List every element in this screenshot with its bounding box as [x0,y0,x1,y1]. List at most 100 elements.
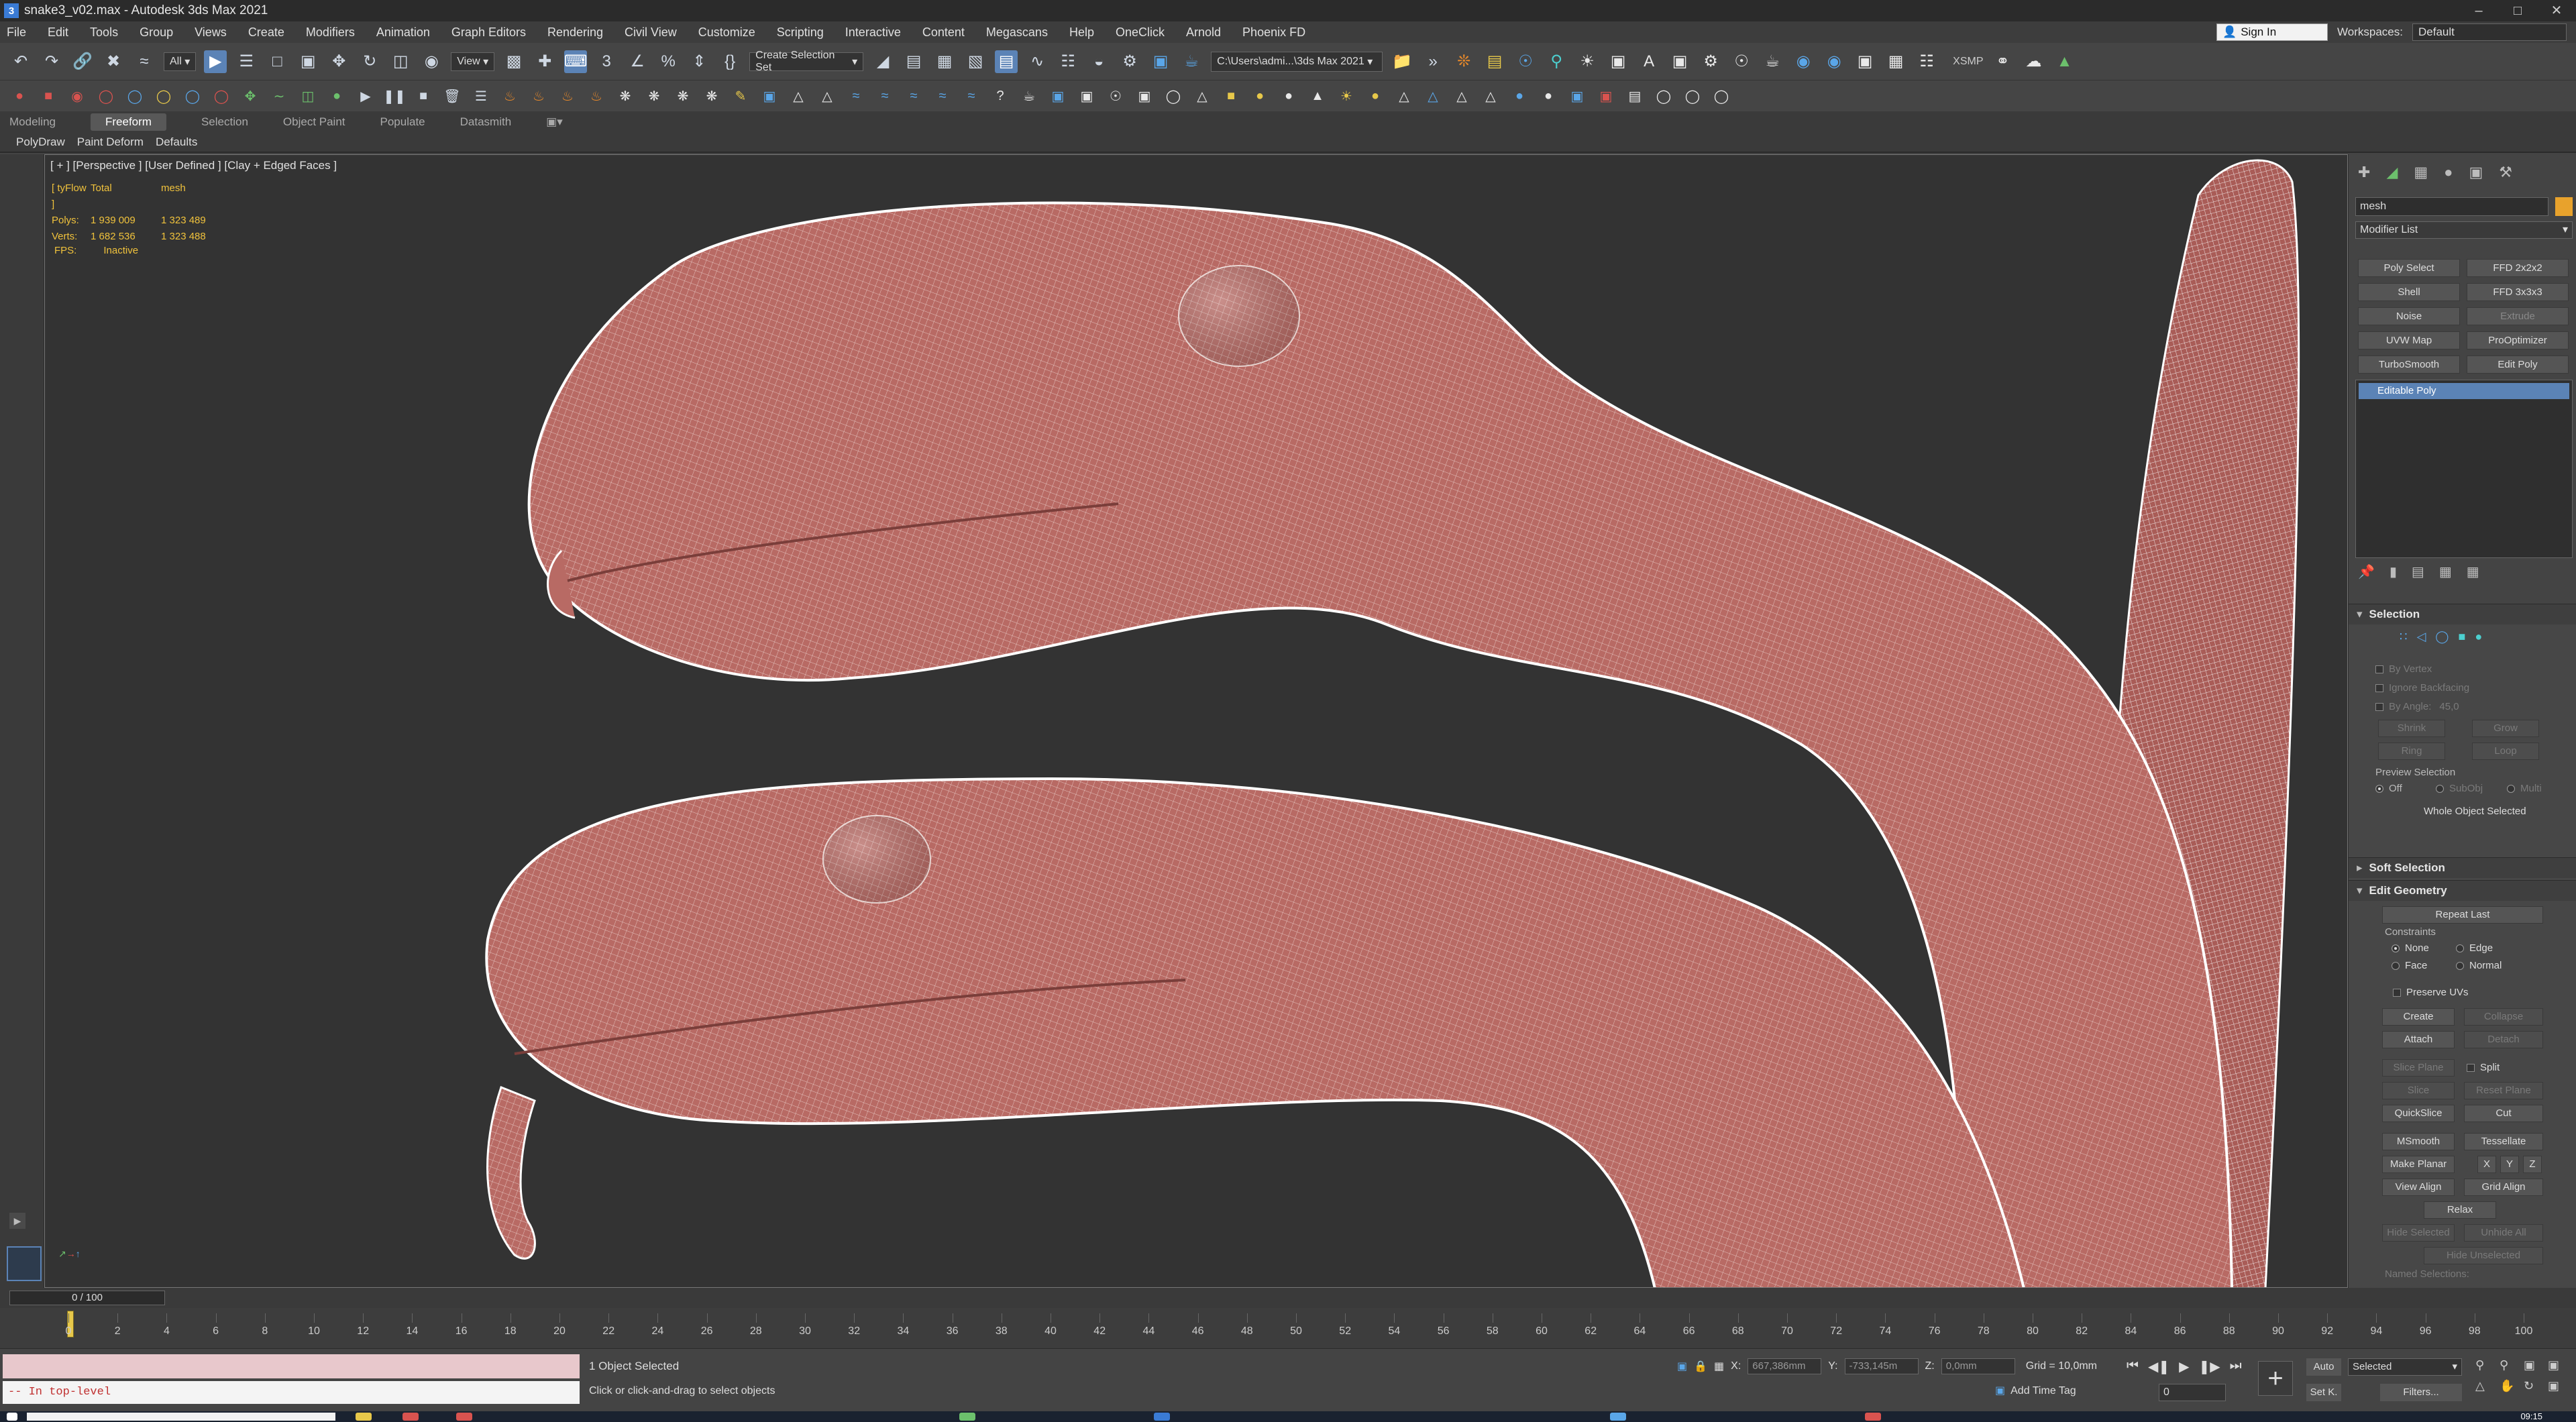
fire-source-icon[interactable]: ♨ [529,86,549,106]
set-key-icon[interactable]: + [2258,1361,2293,1396]
workspace-select[interactable]: Default [2412,23,2567,41]
lights-icon[interactable]: ☉ [1514,50,1537,73]
arnold-sphere-icon[interactable]: ● [1279,86,1299,106]
arnold-render-icon[interactable]: ▣ [1048,86,1068,106]
arnold-shader-icon[interactable]: ● [1509,86,1529,106]
time-slider[interactable]: 0 / 100 [9,1291,165,1305]
ocean-icon[interactable]: ≈ [846,86,866,106]
object-name-field[interactable]: mesh [2355,197,2548,216]
menu-animation[interactable]: Animation [376,25,430,40]
rectangular-selection-icon[interactable]: □ [266,50,288,73]
ring-button[interactable]: Ring [2378,743,2445,760]
mist-icon[interactable]: ❋ [702,86,722,106]
hide-selected-button[interactable]: Hide Selected [2382,1224,2455,1242]
schematic-view-icon[interactable]: ☷ [1057,50,1079,73]
menu-megascans[interactable]: Megascans [986,25,1048,40]
list-icon[interactable]: ☰ [471,86,491,106]
stack-item-editable-poly[interactable]: Editable Poly [2359,383,2569,399]
search-bar[interactable] [27,1413,335,1421]
project-folder-dropdown[interactable]: C:\Users\admi...\3ds Max 2021 ▾ [1211,51,1383,72]
cloud-icon[interactable]: ☁ [2022,50,2045,73]
subtab-defaults[interactable]: Defaults [156,135,197,149]
menu-civil-view[interactable]: Civil View [625,25,677,40]
ribbon-options-icon[interactable]: ▣▾ [546,115,563,129]
tessellate-button[interactable]: Tessellate [2464,1133,2543,1150]
arnold-ipr-icon[interactable]: ▣ [1077,86,1097,106]
bulb-icon[interactable]: ☉ [1730,50,1753,73]
arnold-help-icon[interactable]: ◯ [1654,86,1674,106]
snaps-toggle-icon[interactable]: 3 [595,50,618,73]
selection-rollout-header[interactable]: Selection [2349,604,2576,624]
border-level-icon[interactable]: ◯ [2435,630,2449,644]
zoom-icon[interactable]: ⚲ [2475,1358,2496,1372]
grid-icon[interactable]: ☷ [1915,50,1938,73]
select-by-name-icon[interactable]: ☰ [235,50,258,73]
arnold-procedural-icon[interactable]: △ [1452,86,1472,106]
zoom-all-icon[interactable]: ⚲ [2500,1358,2520,1372]
zoom-extents-all-icon[interactable]: ▣ [2548,1358,2568,1372]
render-setup-icon[interactable]: ⚙ [1118,50,1141,73]
slice-plane-button[interactable]: Slice Plane [2382,1059,2455,1077]
menu-tools[interactable]: Tools [90,25,118,40]
align-icon[interactable]: ▤ [902,50,925,73]
move-icon[interactable]: ✥ [327,50,350,73]
arnold-physical-sky-icon[interactable]: ● [1250,86,1270,106]
menu-oneclick[interactable]: OneClick [1116,25,1165,40]
maxscript-listener-input[interactable]: -- In top-level [3,1381,580,1404]
liquid-icon[interactable]: ♨ [586,86,606,106]
arnold-about-icon[interactable]: ◯ [1711,86,1731,106]
arnold-photometric-icon[interactable]: ■ [1221,86,1241,106]
y-coordinate-field[interactable]: -733,145m [1844,1358,1919,1374]
planar-y-button[interactable]: Y [2500,1156,2519,1173]
z-coordinate-field[interactable]: 0,0mm [1941,1358,2015,1374]
extrude-button[interactable]: Extrude [2467,307,2569,325]
maximize-button[interactable]: □ [2498,0,2537,21]
snap-green-icon[interactable]: ● [327,86,347,106]
create-tab-icon[interactable]: ✚ [2358,164,2370,188]
mirror-icon[interactable]: ◢ [871,50,894,73]
make-planar-button[interactable]: Make Planar [2382,1156,2455,1173]
helper-blue-icon[interactable]: ◯ [125,86,145,106]
modify-tab-icon[interactable]: ◢ [2386,164,2398,188]
orbit-icon[interactable]: ↻ [2524,1379,2544,1393]
start-button-icon[interactable] [7,1413,17,1421]
ipr-icon[interactable]: ◉ [1823,50,1845,73]
menu-modifiers[interactable]: Modifiers [306,25,355,40]
pool-icon[interactable]: ≈ [961,86,981,106]
menu-customize[interactable]: Customize [698,25,755,40]
arnold-aov-icon[interactable]: ▣ [1567,86,1587,106]
selection-filter-dropdown[interactable]: All ▾ [164,52,197,71]
window-crossing-icon[interactable]: ▣ [297,50,319,73]
go-to-end-icon[interactable]: ⏭ [2230,1358,2242,1375]
menu-group[interactable]: Group [140,25,173,40]
arnold-alembic-icon[interactable]: △ [1481,86,1501,106]
pin-stack-icon[interactable]: 📌 [2358,563,2375,580]
render-view-icon[interactable]: ◉ [1792,50,1815,73]
helper-pink-icon[interactable]: ◯ [211,86,231,106]
scale-green-icon[interactable]: ◫ [298,86,318,106]
percent-snap-icon[interactable]: % [657,50,680,73]
brush-icon[interactable]: ✎ [731,86,751,106]
key-filter-select[interactable]: Selected ▾ [2348,1358,2462,1376]
redo-icon[interactable]: ↷ [40,50,63,73]
ribbon-tab-selection[interactable]: Selection [201,115,248,129]
undo-icon[interactable]: ↶ [9,50,32,73]
pause-icon[interactable]: ❚❚ [383,86,406,106]
grow-button[interactable]: Grow [2472,720,2539,737]
megascans-icon[interactable]: ▲ [2053,50,2076,73]
waterfall-icon[interactable]: ≈ [932,86,953,106]
headphones-icon[interactable]: ⚭ [1991,50,2014,73]
layer-explorer-icon[interactable]: ▧ [964,50,987,73]
torus-red-icon[interactable]: ◯ [96,86,116,106]
shrink-button[interactable]: Shrink [2378,720,2445,737]
set-project-folder-icon[interactable]: 📁 [1391,50,1413,73]
by-vertex-checkbox[interactable]: By Vertex [2375,663,2432,675]
notes-icon[interactable]: ▤ [1483,50,1506,73]
wind-icon[interactable]: △ [788,86,808,106]
create-button[interactable]: Create [2382,1008,2455,1026]
taskbar-app-chrome-icon[interactable] [402,1413,419,1421]
named-selection-set-dropdown[interactable]: Create Selection Set ▾ [749,50,864,73]
splash-icon[interactable]: ❋ [673,86,693,106]
modifier-list-dropdown[interactable]: Modifier List ▾ [2355,221,2573,239]
keyboard-shortcut-override-icon[interactable]: ⌨ [564,50,587,73]
